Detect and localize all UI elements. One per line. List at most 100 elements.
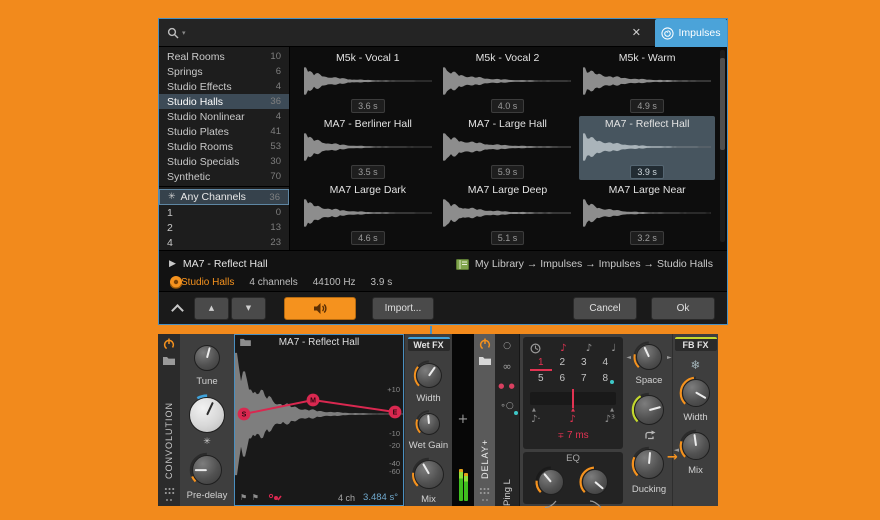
search-input[interactable]: ▾ ✕	[159, 19, 655, 47]
eq-low-cut-knob[interactable]	[534, 465, 568, 499]
import-button[interactable]: Import...	[372, 297, 434, 320]
delay-time-value[interactable]: ∓7 ms	[530, 430, 616, 441]
audition-button[interactable]	[284, 297, 356, 320]
channel-filter-1[interactable]: 10	[159, 205, 289, 220]
category-studio-nonlinear[interactable]: Studio Nonlinear4	[159, 109, 289, 124]
impulse-tile-ma7-large-dark[interactable]: MA7 Large Dark4.6 s	[300, 182, 436, 246]
power-icon[interactable]	[163, 338, 175, 350]
step-5[interactable]: 5	[530, 373, 552, 387]
tab-ping-l[interactable]: Ping L	[502, 422, 513, 506]
pingpong-mode-icon[interactable]: ∞	[502, 362, 511, 371]
impulse-tile-ma7-large-hall[interactable]: MA7 - Large Hall5.9 s	[440, 116, 576, 180]
step-3[interactable]: 3	[573, 357, 595, 371]
clock-icon[interactable]	[530, 343, 541, 354]
play-icon[interactable]: ▶	[169, 259, 176, 269]
impulse-display[interactable]: MA7 - Reflect Hall S M E +10 -10 -20 -40…	[234, 334, 404, 506]
previous-impulse-button[interactable]: ▲	[194, 297, 229, 320]
sixteenth-note-icon[interactable]: ♪	[560, 343, 566, 354]
time-offset-slider[interactable]	[530, 392, 616, 405]
step-2[interactable]: 2	[552, 357, 574, 371]
feedback-knob[interactable]	[630, 391, 668, 429]
modulators-icon[interactable]	[165, 498, 173, 502]
wet-width-knob[interactable]	[412, 359, 446, 392]
next-impulse-button[interactable]: ▼	[231, 297, 266, 320]
eighth-note-icon[interactable]: ♪	[586, 343, 592, 354]
delay-device-strip[interactable]: DELAY+	[474, 334, 495, 506]
scrollbar-track[interactable]	[720, 50, 725, 242]
predelay-knob[interactable]	[188, 451, 226, 489]
eq-high-cut-knob[interactable]	[578, 465, 612, 499]
display-waveform[interactable]: S M E +10 -10 -20 -40 -60	[235, 350, 403, 490]
straight-note-button[interactable]: ♪	[569, 414, 575, 427]
wet-fx-header[interactable]: Wet FX	[408, 337, 450, 351]
category-synthetic[interactable]: Synthetic70	[159, 169, 289, 184]
delay-time-panel[interactable]: ♪ ♪ ♩ 1 2 3 4 5 6 7 8	[523, 337, 623, 449]
repeat-icon[interactable]	[643, 430, 656, 442]
impulse-tile-m5k-warm[interactable]: M5k - Warm4.9 s	[579, 50, 715, 114]
display-length[interactable]: 3.484 s°	[363, 492, 398, 503]
remote-controls-icon[interactable]	[164, 487, 175, 495]
category-studio-effects[interactable]: Studio Effects4	[159, 79, 289, 94]
category-count: 4	[276, 111, 281, 122]
add-device-button[interactable]: +	[458, 412, 469, 427]
space-knob[interactable]	[632, 340, 666, 374]
damping-knob[interactable]	[185, 393, 229, 437]
step-4[interactable]: 4	[595, 357, 617, 371]
convolution-device-strip[interactable]: CONVOLUTION	[158, 334, 180, 506]
impulse-tile-ma7-large-deep[interactable]: MA7 Large Deep5.1 s	[440, 182, 576, 246]
impulse-tile-ma7-reflect-hall-selected[interactable]: MA7 - Reflect Hall3.9 s	[579, 116, 715, 180]
category-studio-rooms[interactable]: Studio Rooms53	[159, 139, 289, 154]
space-prev-arrow[interactable]: ◄	[626, 354, 631, 361]
impulse-tile-m5k-vocal-2[interactable]: M5k - Vocal 24.0 s	[440, 50, 576, 114]
dotted-note-button[interactable]: ♪·	[531, 414, 541, 427]
modulation-icon[interactable]: ∘○	[500, 402, 514, 411]
search-dropdown-icon[interactable]: ▾	[182, 29, 186, 37]
category-studio-specials[interactable]: Studio Specials30	[159, 154, 289, 169]
fb-mix-knob[interactable]	[678, 428, 714, 464]
space-next-arrow[interactable]: ►	[667, 354, 672, 361]
quarter-note-icon[interactable]: ♩	[611, 343, 616, 354]
category-studio-plates[interactable]: Studio Plates41	[159, 124, 289, 139]
category-real-rooms[interactable]: Real Rooms10	[159, 49, 289, 64]
filter-mode-icon[interactable]: ● ●	[498, 382, 515, 391]
modulators-icon[interactable]	[481, 498, 489, 502]
remote-controls-icon[interactable]	[479, 487, 490, 495]
mono-mode-icon[interactable]: ○	[503, 342, 511, 351]
freeze-snowflake-icon[interactable]: ❄	[690, 358, 700, 372]
step-6[interactable]: 6	[552, 373, 574, 387]
channel-filter-4[interactable]: 423	[159, 235, 289, 250]
cancel-button[interactable]: Cancel	[573, 297, 637, 320]
ok-button[interactable]: Ok	[651, 297, 715, 320]
slider-cursor[interactable]	[572, 389, 574, 408]
impulse-tile-ma7-berliner-hall[interactable]: MA7 - Berliner Hall3.5 s	[300, 116, 436, 180]
channel-filter-any[interactable]: ✳Any Channels36	[159, 189, 289, 205]
envelope-overlay[interactable]: S M E	[235, 350, 403, 490]
fb-width-knob[interactable]	[678, 375, 714, 411]
channel-filter-label: Any Channels	[181, 191, 246, 203]
envelope-edit-icon[interactable]	[268, 493, 283, 502]
step-1[interactable]: 1	[530, 357, 552, 371]
tune-knob[interactable]	[190, 341, 224, 375]
wet-mix-knob[interactable]	[410, 456, 448, 493]
category-studio-halls[interactable]: Studio Halls36	[159, 94, 289, 109]
folder-icon[interactable]	[479, 356, 491, 365]
impulse-tile-ma7-large-near[interactable]: MA7 Large Near3.2 s	[579, 182, 715, 246]
impulse-tile-m5k-vocal-1[interactable]: M5k - Vocal 13.6 s	[300, 50, 436, 114]
wet-gain-knob[interactable]	[414, 409, 444, 438]
channel-filter-2[interactable]: 213	[159, 220, 289, 235]
scrollbar-thumb[interactable]	[720, 58, 725, 150]
folder-icon[interactable]	[163, 356, 175, 365]
triplet-note-button[interactable]: ♪³	[605, 414, 615, 427]
tab-impulses[interactable]: Impulses	[655, 19, 727, 47]
marker-flag-icons[interactable]: ⚑ ⚑	[240, 493, 260, 502]
ducking-knob[interactable]	[630, 445, 668, 483]
close-icon[interactable]: ✕	[626, 24, 647, 41]
folder-icon[interactable]	[240, 338, 251, 346]
power-icon[interactable]	[479, 338, 491, 350]
category-springs[interactable]: Springs6	[159, 64, 289, 79]
step-7[interactable]: 7	[573, 373, 595, 387]
delay-device-name[interactable]: DELAY+	[480, 369, 490, 479]
fb-fx-header[interactable]: FB FX	[675, 337, 717, 351]
collapse-chevron-icon[interactable]	[171, 304, 184, 317]
convolution-device-name[interactable]: CONVOLUTION	[164, 369, 174, 479]
